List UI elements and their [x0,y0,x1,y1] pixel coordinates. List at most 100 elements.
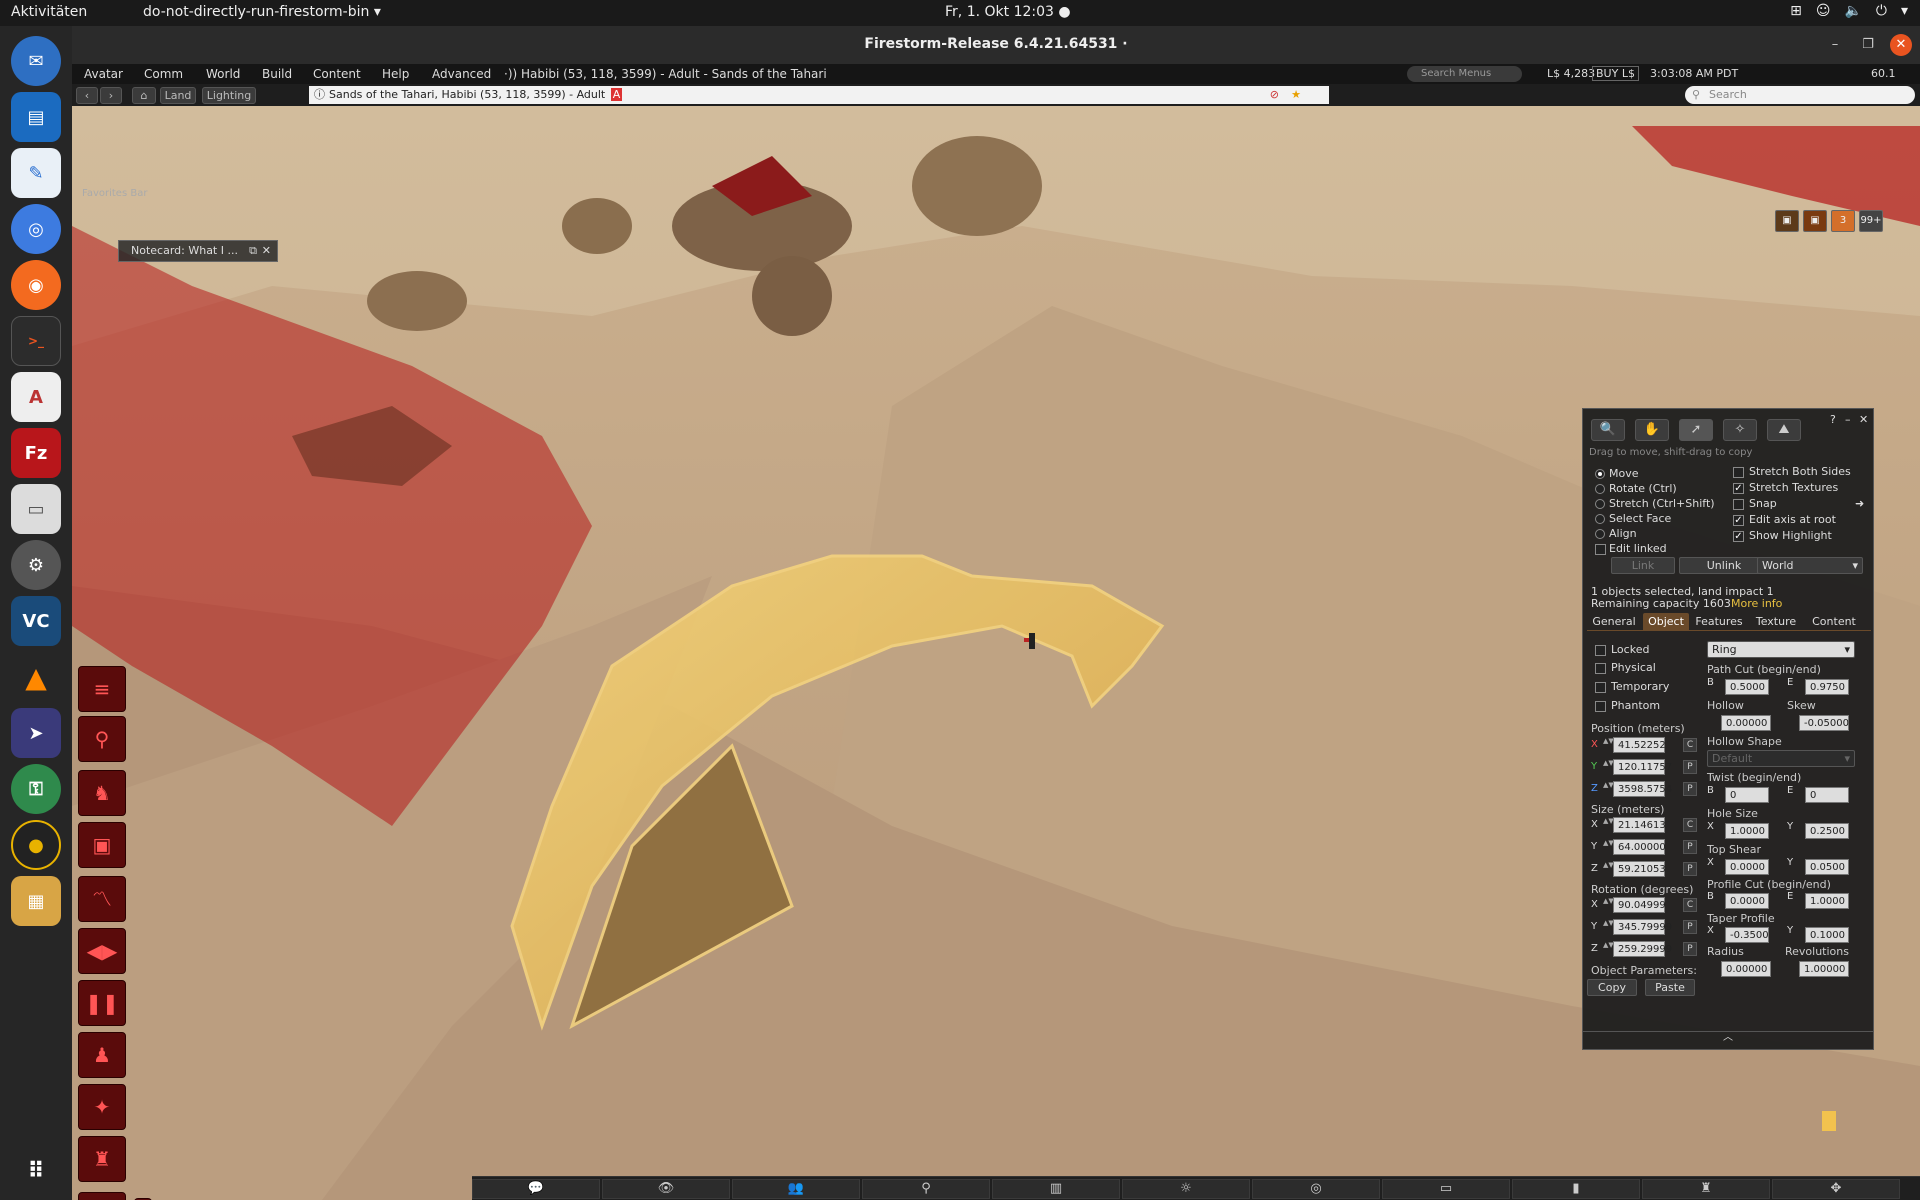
terminal-icon[interactable]: >_ [11,316,61,366]
tab-general[interactable]: General [1587,613,1641,631]
menu-world[interactable]: World [206,67,240,81]
environment-icon[interactable]: ☼ [1122,1179,1250,1199]
edit-linked-checkbox[interactable] [1595,544,1606,555]
spin-arrows-icon[interactable]: ▲▼ [1603,781,1614,797]
snapshot-icon[interactable]: ▭ [1382,1179,1510,1199]
copy-params-button[interactable]: Copy [1587,979,1637,996]
rotation-y-input[interactable]: 345.79999 [1613,919,1672,935]
paste-params-button[interactable]: Paste [1645,979,1695,996]
paste-size-button[interactable]: P [1683,862,1697,876]
size-x-input[interactable]: 21.14613 [1613,817,1666,833]
vista-icon[interactable]: 〽 [78,876,126,922]
firestorm-icon[interactable]: ➤ [11,708,61,758]
collapse-panel-icon[interactable]: ︿ [1583,1031,1873,1045]
path-cut-end-input[interactable]: 0.9750 [1805,679,1849,695]
home-icon[interactable]: ⌂ [132,87,156,104]
system-tray[interactable]: ⊞ ☺ 🔈 ⏻ ▾ [1790,3,1908,19]
edit-axis-root-checkbox[interactable]: ✓ [1733,515,1744,526]
radar-icon[interactable]: ◎ [1252,1179,1380,1199]
hole-size-x-input[interactable]: 1.0000 [1725,823,1769,839]
pause-icon[interactable]: ❚❚ [78,980,126,1026]
settings-icon[interactable]: ⚙ [11,540,61,590]
list-icon[interactable]: ≡ [78,666,126,712]
buy-currency-button[interactable]: BUY L$ [1592,66,1639,81]
mode-align-radio[interactable] [1595,529,1605,539]
close-icon[interactable]: ✕ [1890,34,1912,56]
land-tool-icon[interactable]: ⛰ [1767,419,1801,441]
keepass-icon[interactable]: ⚿ [11,764,61,814]
veracrypt-icon[interactable]: VC [11,596,61,646]
tab-texture[interactable]: Texture [1749,613,1803,631]
prim-type-select[interactable]: Ring ▾ [1707,641,1855,658]
people-icon[interactable]: 👥 [732,1179,860,1199]
tab-content[interactable]: Content [1805,613,1863,631]
play-icon[interactable]: ◀▶ [78,928,126,974]
move-icon[interactable]: ✥ [1772,1179,1900,1199]
balance-label[interactable]: L$ 4,283 [1547,67,1595,80]
spin-arrows-icon[interactable]: ▲▼ [1603,817,1614,833]
spin-arrows-icon[interactable]: ▲▼ [1603,919,1614,935]
forward-icon[interactable]: › [100,87,122,104]
sit-icon[interactable]: ♜ [78,1136,126,1182]
location-pin-icon[interactable]: ⚲ [78,716,126,762]
profile-cut-begin-input[interactable]: 0.0000 [1725,893,1769,909]
notecard-tab[interactable]: Notecard: What I ... ⧉ ✕ [118,240,278,262]
create-tool-icon[interactable]: ✧ [1723,419,1757,441]
system-clock[interactable]: Fr, 1. Okt 12:03 ● [945,4,1071,20]
rotation-x-input[interactable]: 90.04999 [1613,897,1666,913]
copy-rotation-button[interactable]: C [1683,898,1697,912]
dance-icon[interactable]: ✦ [78,1084,126,1130]
spin-arrows-icon[interactable]: ▲▼ [1603,839,1614,855]
hollow-shape-select[interactable]: Default ▾ [1707,750,1855,767]
stretch-both-sides-checkbox[interactable] [1733,467,1744,478]
rhythmbox-icon[interactable]: ● [11,820,61,870]
rotation-z-input[interactable]: 259.29999 [1613,941,1672,957]
tab-features[interactable]: Features [1691,613,1747,631]
temporary-checkbox[interactable] [1595,682,1606,693]
menu-comm[interactable]: Comm [144,67,183,81]
profile-cut-end-input[interactable]: 1.0000 [1805,893,1849,909]
shotwell-icon[interactable]: ▦ [11,876,61,926]
locked-checkbox[interactable] [1595,645,1606,656]
paste-position-button[interactable]: P [1683,760,1697,774]
chromium-icon[interactable]: ◎ [11,204,61,254]
help-icon[interactable]: ? [1830,413,1836,426]
build-icon[interactable]: ♜ [1642,1179,1770,1199]
close-icon[interactable]: ✕ [262,241,271,261]
mode-rotate-radio[interactable] [1595,484,1605,494]
top-shear-x-input[interactable]: 0.0000 [1725,859,1769,875]
menu-avatar[interactable]: Avatar [84,67,123,81]
dictionary-icon[interactable]: A [11,372,61,422]
camera-view-icon[interactable]: 👁 [602,1179,730,1199]
skew-input[interactable]: -0.05000 [1799,715,1849,731]
spin-arrows-icon[interactable]: ▲▼ [1603,759,1614,775]
ruler-select[interactable]: World ▾ [1757,557,1863,574]
mode-select-face-radio[interactable] [1595,514,1605,524]
restore-icon[interactable]: ⧉ [249,241,257,261]
size-z-input[interactable]: 59.21053 [1613,861,1666,877]
show-apps-icon[interactable]: ⠿ [11,1146,61,1196]
tab-object[interactable]: Object [1643,613,1689,631]
back-icon[interactable]: ‹ [76,87,98,104]
chat-icon[interactable]: 💬 [472,1179,600,1199]
position-x-input[interactable]: 41.52252 [1613,737,1666,753]
copy-position-button[interactable]: C [1683,738,1697,752]
taper-profile-x-input[interactable]: -0.3500 [1725,927,1769,943]
unlink-button[interactable]: Unlink [1679,557,1769,574]
search-input[interactable]: ⚲ Search [1685,86,1915,104]
vlc-icon[interactable]: ▲ [11,652,61,702]
save-icon[interactable]: ▣ [78,822,126,868]
stretch-textures-checkbox[interactable]: ✓ [1733,483,1744,494]
top-shear-y-input[interactable]: 0.0500 [1805,859,1849,875]
close-icon[interactable]: ✕ [1859,413,1868,426]
maximize-icon[interactable]: ❐ [1857,34,1879,56]
more-info-link[interactable]: More info [1731,597,1782,610]
physical-checkbox[interactable] [1595,663,1606,674]
search-icon[interactable]: ⚲ [862,1179,990,1199]
filezilla-icon[interactable]: Fz [11,428,61,478]
files-icon[interactable]: ▭ [11,484,61,534]
text-editor-icon[interactable]: ✎ [11,148,61,198]
position-y-input[interactable]: 120.11757 [1613,759,1672,775]
radius-input[interactable]: 0.00000 [1721,961,1771,977]
firefox-icon[interactable]: ◉ [11,260,61,310]
